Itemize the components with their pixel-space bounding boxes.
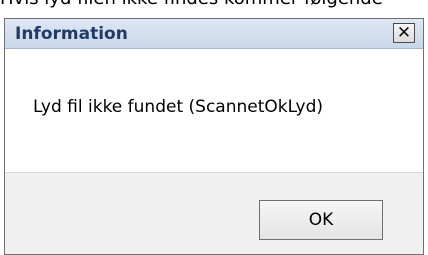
dialog-message: Lyd fil ikke fundet (ScannetOkLyd) bbox=[33, 97, 324, 117]
dialog-content: Lyd fil ikke fundet (ScannetOkLyd) bbox=[5, 49, 423, 172]
information-dialog: Information ✕ Lyd fil ikke fundet (Scann… bbox=[4, 18, 424, 255]
dialog-titlebar: Information ✕ bbox=[5, 19, 423, 49]
ok-button[interactable]: OK bbox=[259, 200, 383, 240]
close-button[interactable]: ✕ bbox=[393, 23, 415, 43]
page: Hvis lyd filen ikke findes kommer følgen… bbox=[0, 0, 428, 255]
dialog-footer: OK bbox=[5, 172, 423, 254]
close-x-icon: ✕ bbox=[396, 22, 412, 43]
background-document-text: Hvis lyd filen ikke findes kommer følgen… bbox=[0, 0, 428, 10]
dialog-title: Information bbox=[15, 24, 128, 44]
ok-button-label: OK bbox=[308, 210, 334, 230]
